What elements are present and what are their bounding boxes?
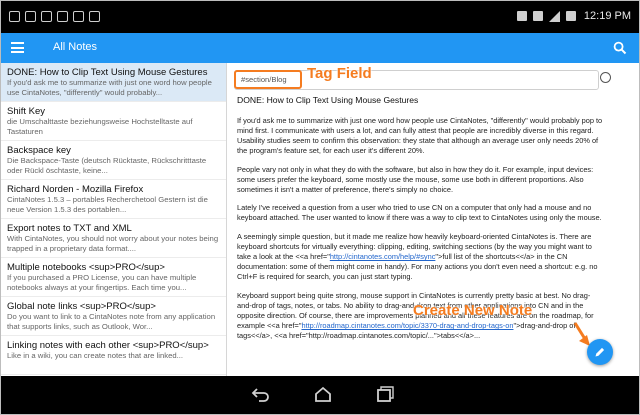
note-paragraph: People vary not only in what they do wit…: [237, 164, 594, 194]
home-icon[interactable]: [312, 385, 334, 403]
notification-icon: [73, 11, 84, 22]
notification-icons: [9, 11, 100, 22]
sync-help-link[interactable]: http://cintanotes.com/help/#sync: [330, 252, 436, 261]
note-snippet: If you'd ask me to summarize with just o…: [7, 78, 212, 97]
search-icon[interactable]: [613, 41, 627, 55]
hamburger-menu-icon[interactable]: [11, 42, 24, 53]
bluetooth-icon: [516, 11, 527, 21]
notification-icon: [25, 11, 36, 22]
status-bar: 12:19 PM: [1, 1, 639, 33]
wifi-icon: [548, 10, 560, 22]
app-bar: All Notes: [1, 33, 639, 63]
note-title: DONE: How to Clip Text Using Mouse Gestu…: [7, 67, 208, 78]
note-snippet: Die Backspace-Taste (deutsch Rücktaste, …: [7, 156, 207, 175]
notification-icon: [9, 11, 20, 22]
note-snippet: Do you want to link to a CintaNotes note…: [7, 312, 216, 331]
notification-icon: [89, 11, 100, 22]
note-snippet: die Umschalttaste beziehungsweise Hochst…: [7, 117, 193, 136]
note-snippet: If you purchased a PRO License, you can …: [7, 273, 197, 292]
note-title: Export notes to TXT and XML: [7, 223, 132, 234]
notification-icon: [57, 11, 68, 22]
tablet-screen: 12:19 PM All Notes DONE: How to Clip Tex…: [0, 0, 640, 415]
note-list-item-selected[interactable]: DONE: How to Clip Text Using Mouse Gestu…: [1, 63, 226, 102]
roadmap-link[interactable]: http://roadmap.cintanotes.com/topic/3370…: [301, 321, 513, 330]
note-title: Backspace key: [7, 145, 71, 156]
pencil-icon: [595, 347, 605, 357]
note-title: Shift Key: [7, 106, 46, 117]
note-list-item[interactable]: Export notes to TXT and XML With CintaNo…: [1, 219, 226, 258]
note-list-item[interactable]: Backspace key Die Backspace-Taste (deuts…: [1, 141, 226, 180]
note-paragraph: A seemingly simple question, but it made…: [237, 232, 603, 282]
done-toggle-icon[interactable]: [600, 72, 611, 83]
note-paragraph: If you'd ask me to summarize with just o…: [237, 115, 603, 155]
note-snippet: CintaNotes 1.5.3 – portables Rechercheto…: [7, 195, 208, 214]
note-title: Linking notes with each other <sup>PRO</…: [7, 340, 209, 351]
alarm-icon: [532, 11, 543, 21]
create-note-annotation: Create New Note: [413, 302, 533, 319]
note-list: DONE: How to Clip Text Using Mouse Gestu…: [1, 63, 227, 376]
back-icon[interactable]: [250, 385, 272, 403]
note-title: Richard Norden - Mozilla Firefox: [7, 184, 144, 195]
note-title: Multiple notebooks <sup>PRO</sup>: [7, 262, 165, 273]
clock: 12:19 PM: [583, 10, 631, 22]
note-paragraph: Lately I've received a question from a u…: [237, 203, 602, 223]
recent-apps-icon[interactable]: [374, 385, 396, 403]
note-list-item[interactable]: Linking notes with each other <sup>PRO</…: [1, 336, 226, 375]
system-icons: 12:19 PM: [516, 10, 631, 22]
system-nav-bar: [1, 376, 639, 414]
note-snippet: Like in a wiki, you can create notes tha…: [7, 351, 184, 360]
note-list-item[interactable]: Global note links <sup>PRO</sup> Do you …: [1, 297, 226, 336]
tag-field-annotation: Tag Field: [307, 65, 372, 82]
note-title: Global note links <sup>PRO</sup>: [7, 301, 156, 312]
note-list-item[interactable]: Shift Key die Umschalttaste beziehungswe…: [1, 102, 226, 141]
battery-icon: [565, 11, 576, 21]
tag-field-highlight: [234, 70, 302, 89]
page-title: All Notes: [53, 41, 98, 53]
note-snippet: With CintaNotes, you should not worry ab…: [7, 234, 219, 253]
note-heading: DONE: How to Clip Text Using Mouse Gestu…: [237, 95, 419, 105]
note-list-item[interactable]: Richard Norden - Mozilla Firefox CintaNo…: [1, 180, 226, 219]
notification-icon: [41, 11, 52, 22]
annotation-arrow-icon: [573, 322, 590, 346]
note-list-item[interactable]: Multiple notebooks <sup>PRO</sup> If you…: [1, 258, 226, 297]
create-note-button[interactable]: [587, 339, 613, 365]
